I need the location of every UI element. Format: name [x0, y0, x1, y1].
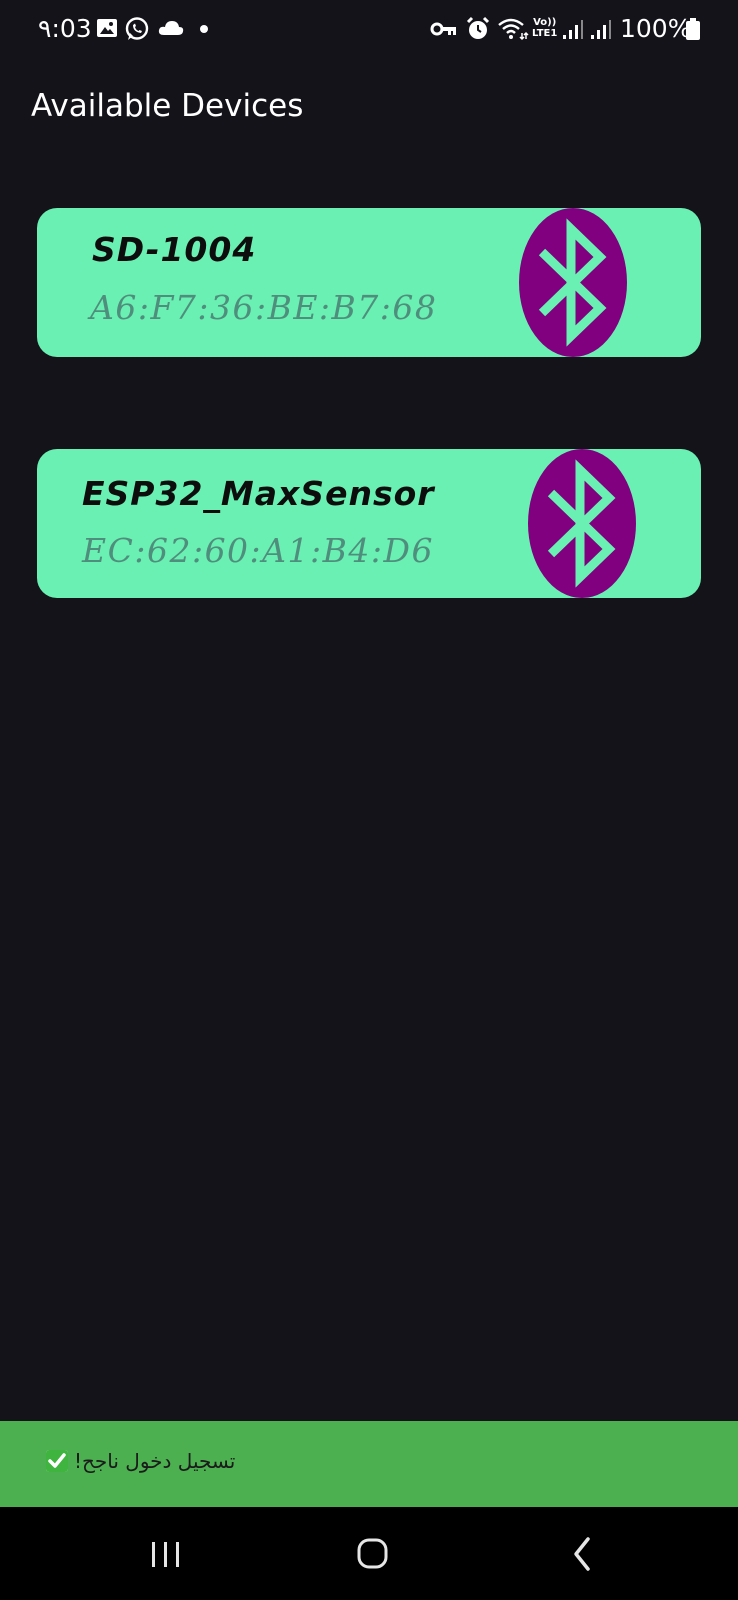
bluetooth-icon — [527, 449, 637, 598]
device-address: EC:62:60:A1:B4:D6 — [82, 531, 434, 570]
dot-icon — [199, 16, 209, 42]
bluetooth-icon — [518, 208, 628, 357]
device-card-sd-1004[interactable]: SD-1004 A6:F7:36:BE:B7:68 — [37, 208, 701, 357]
snackbar-message: تسجيل دخول ناجح! — [74, 1449, 236, 1473]
wifi-icon — [497, 16, 529, 42]
battery-icon — [685, 16, 701, 42]
volte-label-top: Vo)) — [533, 17, 557, 28]
navigation-bar — [0, 1507, 738, 1600]
volte-label-bottom: LTE1 — [532, 28, 558, 39]
volte-label: Vo)) LTE1 — [532, 17, 557, 39]
alarm-icon — [465, 16, 491, 42]
gallery-icon — [95, 16, 119, 42]
page-title: Available Devices — [31, 88, 304, 124]
signal-icon — [562, 16, 584, 42]
cloud-icon — [157, 16, 185, 42]
device-name: SD-1004 — [92, 230, 257, 269]
whatsapp-icon — [124, 16, 150, 42]
signal-icon — [590, 16, 612, 42]
snackbar: تسجيل دخول ناجح! — [0, 1421, 738, 1507]
status-bar: ٩:03 Vo)) LTE1 100% — [0, 0, 738, 60]
recents-icon[interactable] — [121, 1507, 211, 1600]
check-mark-icon — [46, 1450, 68, 1472]
status-time: ٩:03 — [38, 14, 92, 43]
device-card-esp32-maxsensor[interactable]: ESP32_MaxSensor EC:62:60:A1:B4:D6 — [37, 449, 701, 598]
snackbar-content: تسجيل دخول ناجح! — [46, 1449, 235, 1473]
device-name: ESP32_MaxSensor — [82, 474, 435, 513]
vpn-key-icon — [430, 16, 458, 42]
battery-percent: 100% — [620, 14, 692, 43]
back-icon[interactable] — [535, 1507, 625, 1600]
device-address: A6:F7:36:BE:B7:68 — [90, 288, 438, 327]
home-icon[interactable] — [327, 1507, 417, 1600]
